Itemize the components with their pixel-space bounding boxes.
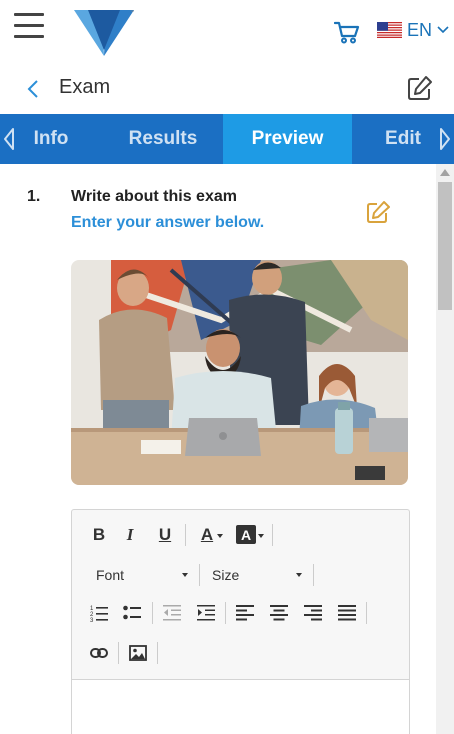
tab-bar: Info Results Preview Edit bbox=[0, 114, 454, 164]
tab-edit[interactable]: Edit bbox=[360, 114, 446, 164]
indent-icon[interactable] bbox=[197, 604, 215, 622]
size-select[interactable]: Size bbox=[212, 562, 302, 588]
outdent-icon[interactable] bbox=[163, 604, 181, 622]
tab-preview[interactable]: Preview bbox=[223, 114, 352, 164]
bold-button[interactable]: B bbox=[88, 522, 110, 548]
link-icon[interactable] bbox=[90, 647, 108, 659]
rich-text-editor: B I U A A Font Size 1 2 3 bbox=[71, 509, 410, 734]
unordered-list-icon[interactable] bbox=[123, 604, 141, 622]
toolbar-separator bbox=[157, 642, 158, 664]
language-selector[interactable]: EN bbox=[377, 20, 449, 40]
tab-info[interactable]: Info bbox=[18, 114, 84, 164]
italic-button[interactable]: I bbox=[119, 522, 141, 548]
edit-icon[interactable] bbox=[407, 75, 433, 101]
page-title: Exam bbox=[59, 76, 111, 98]
align-center-icon[interactable] bbox=[270, 605, 288, 621]
tab-results[interactable]: Results bbox=[104, 114, 222, 164]
content-scrollbar[interactable] bbox=[436, 164, 454, 734]
toolbar-separator bbox=[313, 564, 314, 586]
highlight-button[interactable]: A bbox=[236, 525, 256, 544]
us-flag-icon bbox=[377, 22, 402, 38]
font-select-caret-icon bbox=[182, 573, 188, 577]
sub-header: Exam bbox=[0, 66, 454, 114]
toolbar-separator bbox=[225, 602, 226, 624]
toolbar-separator bbox=[152, 602, 153, 624]
language-label: EN bbox=[407, 19, 433, 40]
font-color-caret-icon bbox=[217, 534, 223, 538]
scroll-thumb[interactable] bbox=[438, 182, 452, 310]
font-select[interactable]: Font bbox=[96, 562, 188, 588]
question-instruction: Enter your answer below. bbox=[71, 214, 265, 231]
toolbar-separator bbox=[199, 564, 200, 586]
chevron-left-icon[interactable] bbox=[26, 79, 40, 99]
svg-text:™: ™ bbox=[130, 9, 134, 14]
toolbar-separator bbox=[118, 642, 119, 664]
chevron-down-icon bbox=[437, 26, 449, 34]
scroll-up-arrow-icon[interactable] bbox=[440, 168, 450, 176]
font-select-label: Font bbox=[96, 567, 125, 583]
size-select-caret-icon bbox=[296, 573, 302, 577]
question-number: 1. bbox=[27, 188, 41, 205]
highlight-caret-icon bbox=[258, 534, 264, 538]
image-icon[interactable] bbox=[129, 645, 147, 661]
toolbar-separator bbox=[185, 524, 186, 546]
justify-icon[interactable] bbox=[338, 605, 356, 621]
toolbar-separator bbox=[272, 524, 273, 546]
v-logo[interactable]: ™ bbox=[72, 6, 136, 58]
answer-edit-icon[interactable] bbox=[366, 200, 392, 224]
font-color-button[interactable]: A bbox=[196, 522, 218, 548]
align-left-icon[interactable] bbox=[236, 605, 254, 621]
align-right-icon[interactable] bbox=[304, 605, 322, 621]
answer-text-area[interactable] bbox=[72, 679, 409, 734]
top-bar: ™ EN bbox=[0, 0, 454, 66]
size-select-label: Size bbox=[212, 567, 240, 583]
question-title: Write about this exam bbox=[71, 188, 237, 205]
cart-icon[interactable] bbox=[334, 20, 360, 44]
ordered-list-icon[interactable]: 1 2 3 bbox=[90, 604, 108, 622]
tab-scroll-left-icon[interactable] bbox=[2, 127, 16, 151]
question-content: 1. Write about this exam Enter your answ… bbox=[0, 164, 436, 734]
tab-scroll-right-icon[interactable] bbox=[438, 127, 452, 151]
hamburger-menu-icon[interactable] bbox=[14, 13, 44, 39]
svg-text:3: 3 bbox=[90, 618, 94, 622]
team-photo bbox=[71, 260, 408, 485]
underline-button[interactable]: U bbox=[154, 522, 176, 548]
toolbar-separator bbox=[366, 602, 367, 624]
